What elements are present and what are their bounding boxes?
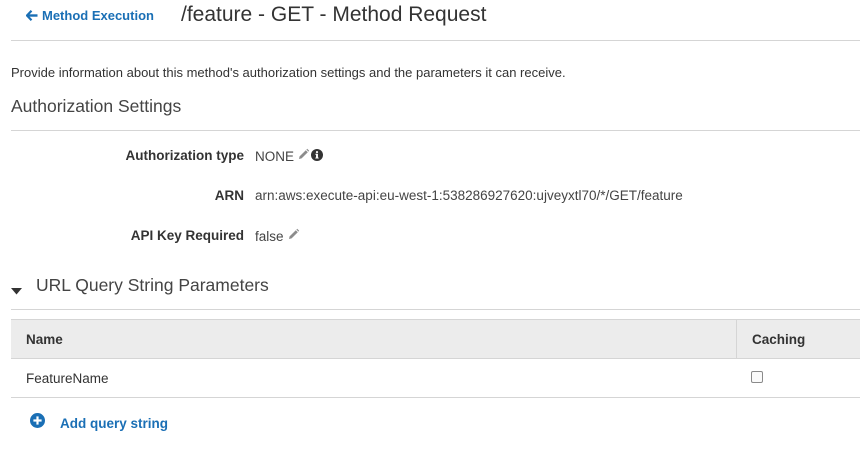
info-circle-icon[interactable] <box>311 148 324 164</box>
page-description: Provide information about this method's … <box>11 65 566 80</box>
column-header-caching: Caching <box>752 332 806 347</box>
url-query-string-parameters-heading[interactable]: URL Query String Parameters <box>36 275 269 296</box>
api-key-required-value: false <box>255 228 284 244</box>
method-execution-back-link[interactable]: Method Execution <box>26 8 154 23</box>
method-request-page: Method Execution /feature - GET - Method… <box>0 0 860 457</box>
header-divider <box>11 40 860 41</box>
caching-checkbox[interactable] <box>751 371 763 383</box>
api-key-required-value-group: false <box>255 228 300 244</box>
table-row: FeatureName <box>11 359 860 398</box>
api-key-required-label: API Key Required <box>130 228 244 243</box>
back-link-label: Method Execution <box>42 8 154 23</box>
add-query-string-label: Add query string <box>60 415 169 431</box>
query-param-name: FeatureName <box>26 371 109 386</box>
table-header: Name Caching <box>11 319 860 359</box>
page-title: /feature - GET - Method Request <box>181 3 487 26</box>
query-params-table: Name Caching FeatureName <box>11 319 860 398</box>
pencil-icon[interactable] <box>297 148 310 164</box>
plus-circle-icon <box>30 413 45 433</box>
arn-label: ARN <box>214 188 244 203</box>
authorization-settings-heading: Authorization Settings <box>11 96 182 116</box>
column-divider <box>736 320 737 358</box>
authorization-divider <box>11 130 860 131</box>
arrow-left-icon <box>26 10 38 21</box>
authorization-type-label: Authorization type <box>125 148 245 163</box>
query-params-divider <box>11 309 860 310</box>
authorization-type-value-group: NONE <box>255 148 324 164</box>
add-query-string-button[interactable]: Add query string <box>30 413 168 433</box>
authorization-type-value: NONE <box>255 148 295 164</box>
caret-down-icon[interactable] <box>11 282 22 300</box>
column-header-name: Name <box>26 332 63 347</box>
pencil-icon[interactable] <box>287 228 300 244</box>
arn-value: arn:aws:execute-api:eu-west-1:5382869276… <box>255 188 683 203</box>
